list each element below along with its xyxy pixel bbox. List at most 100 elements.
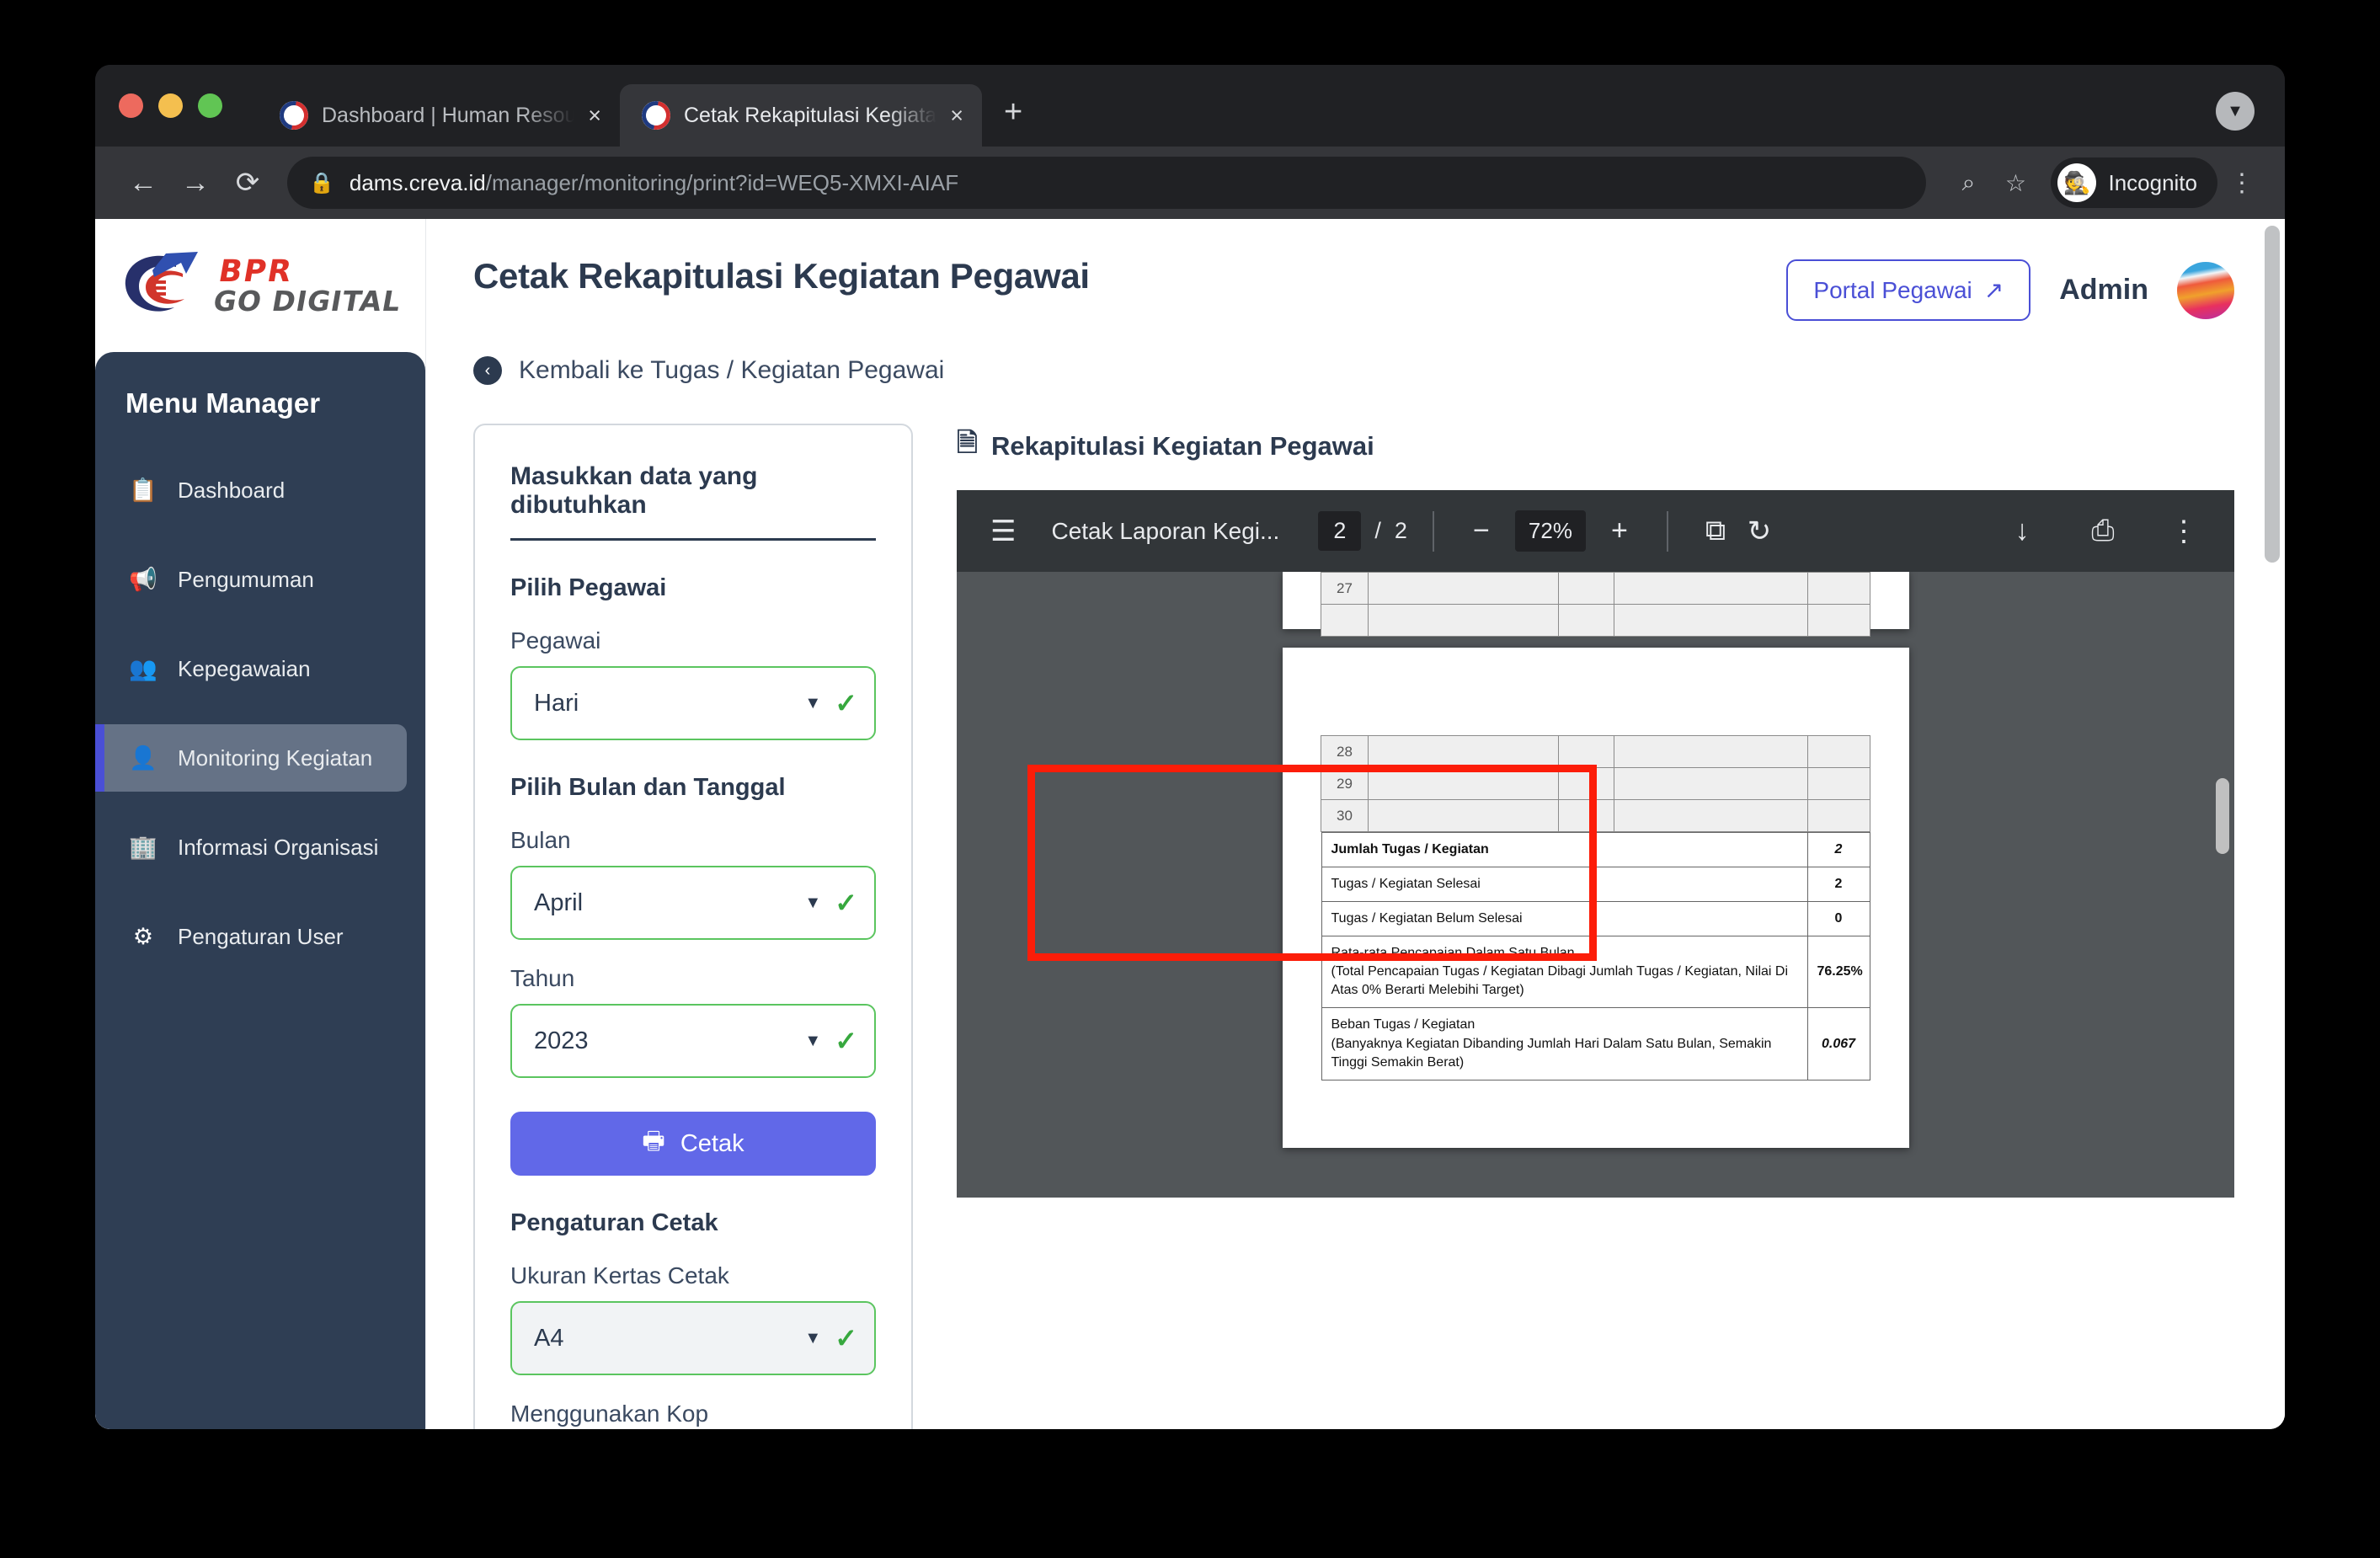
browser-tab-1[interactable]: Dashboard | Human Resource I × <box>258 84 620 147</box>
sidebar-item-pengumuman[interactable]: 📢 Pengumuman <box>95 546 407 613</box>
table-row: 27 <box>1321 572 1870 605</box>
brand-logo[interactable]: BPR GO DIGITAL <box>95 219 425 352</box>
cell-c <box>1614 572 1808 605</box>
zoom-out-button[interactable]: − <box>1459 510 1503 553</box>
sidebar-item-label: Kepegawaian <box>178 655 311 681</box>
bookmark-star-icon[interactable]: ☆ <box>1992 159 2039 206</box>
cetak-button[interactable]: 🖶 Cetak <box>510 1112 876 1176</box>
summary-label-cell: Beban Tugas / Kegiatan (Banyaknya Kegiat… <box>1321 1007 1808 1080</box>
bulan-select[interactable]: April ▼ ✓ <box>510 866 876 940</box>
cell-a <box>1368 735 1559 768</box>
pdf-table-page-a: 27 <box>1321 572 1870 637</box>
reload-icon[interactable]: ⟳ <box>221 157 274 209</box>
ukuran-kertas-value: A4 <box>534 1324 564 1352</box>
page-title: Cetak Rekapitulasi Kegiatan Pegawai <box>473 256 1090 296</box>
omnibox-row: ← → ⟳ 🔒 dams.creva.id/manager/monitoring… <box>95 147 2285 219</box>
page-scrollbar[interactable] <box>2265 226 2280 1422</box>
zoom-level-value[interactable]: 72% <box>1514 510 1586 552</box>
pdf-scroll-area[interactable]: 27 28 29 30 Jumlah Tugas / Kegiatan 2 Tu… <box>957 572 2234 1198</box>
cell-b <box>1558 767 1614 800</box>
url-host: dams.creva.id <box>349 169 486 195</box>
total-pages: 2 <box>1394 518 1407 543</box>
sidebar-item-monitoring-kegiatan[interactable]: 👤 Monitoring Kegiatan <box>95 724 407 792</box>
clipboard-icon: 📋 <box>129 478 157 503</box>
pdf-scrollbar[interactable] <box>2216 583 2229 1191</box>
incognito-indicator[interactable]: 🕵 Incognito <box>2051 157 2217 208</box>
rotate-icon[interactable]: ↻ <box>1737 510 1781 553</box>
page-scrollbar-thumb[interactable] <box>2265 226 2280 563</box>
sidebar-item-kepegawaian[interactable]: 👥 Kepegawaian <box>95 635 407 702</box>
summary-label: Rata-rata Pencapaian Dalam Satu Bulan <box>1331 946 1575 961</box>
chevron-down-icon: ▼ <box>804 693 822 712</box>
chevron-down-icon[interactable]: ▼ <box>2216 92 2255 131</box>
browser-tab-2[interactable]: Cetak Rekapitulasi Kegiatan Pe × <box>620 84 982 147</box>
preview-heading: 🗎 Rekapitulasi Kegiatan Pegawai <box>957 424 2234 468</box>
back-to-tasks-link[interactable]: ‹ Kembali ke Tugas / Kegiatan Pegawai <box>473 356 2234 385</box>
fit-page-icon[interactable]: ⧉ <box>1694 510 1737 553</box>
ukuran-kertas-select[interactable]: A4 ▼ ✓ <box>510 1301 876 1375</box>
label-ukuran-kertas: Ukuran Kertas Cetak <box>510 1262 729 1289</box>
pegawai-select[interactable]: Hari ▼ ✓ <box>510 666 876 740</box>
summary-label-cell: Rata-rata Pencapaian Dalam Satu Bulan (T… <box>1321 936 1808 1009</box>
summary-value: 2 <box>1806 867 1870 903</box>
back-link-label: Kembali ke Tugas / Kegiatan Pegawai <box>519 356 945 384</box>
cell-d <box>1807 735 1870 768</box>
tab-title: Dashboard | Human Resource I <box>322 103 575 127</box>
main-content: Cetak Rekapitulasi Kegiatan Pegawai Port… <box>425 219 2285 1429</box>
label-tahun: Tahun <box>510 965 575 991</box>
chevron-down-icon: ▼ <box>804 1031 822 1050</box>
portal-pegawai-button[interactable]: Portal Pegawai ↗ <box>1786 259 2031 321</box>
sidebar-toggle-icon[interactable]: ☰ <box>990 517 1016 546</box>
sidebar-item-label: Informasi Organisasi <box>178 834 379 860</box>
check-icon: ✓ <box>835 1323 857 1353</box>
search-icon[interactable]: ⌕ <box>1945 159 1992 206</box>
browser-menu-icon[interactable]: ⋮ <box>2217 168 2260 198</box>
cell-d <box>1807 799 1870 832</box>
current-page-input[interactable]: 2 <box>1318 511 1362 551</box>
check-icon: ✓ <box>835 1026 857 1056</box>
row-number <box>1321 604 1369 637</box>
minimize-window-button[interactable] <box>158 93 183 118</box>
summary-value: 76.25% <box>1806 936 1870 1009</box>
pdf-more-options-icon[interactable]: ⋮ <box>2162 510 2206 553</box>
gear-icon: ⚙ <box>132 923 154 949</box>
chevron-down-icon: ▼ <box>804 893 822 912</box>
sidebar: BPR GO DIGITAL Menu Manager 📋 Dashboard … <box>95 219 425 1429</box>
url-text: dams.creva.id/manager/monitoring/print?i… <box>350 170 958 196</box>
label-bulan: Bulan <box>510 827 571 853</box>
form-card-title: Masukkan data yang dibutuhkan <box>510 462 876 541</box>
check-icon: ✓ <box>835 688 857 718</box>
row-number: 30 <box>1321 799 1369 832</box>
megaphone-icon: 📢 <box>129 567 157 592</box>
sidebar-item-pengaturan-user[interactable]: ⚙ Pengaturan User <box>95 903 407 970</box>
toolbar-divider <box>1666 510 1668 552</box>
download-icon[interactable]: ↓ <box>2000 510 2044 553</box>
label-menggunakan-kop: Menggunakan Kop <box>510 1401 709 1427</box>
new-tab-button[interactable]: + <box>1004 96 1022 128</box>
avatar[interactable] <box>2177 261 2234 319</box>
close-tab-icon[interactable]: × <box>588 104 601 127</box>
print-icon[interactable]: ⎙ <box>2081 510 2125 553</box>
sidebar-item-dashboard[interactable]: 📋 Dashboard <box>95 456 407 524</box>
address-bar[interactable]: 🔒 dams.creva.id/manager/monitoring/print… <box>287 157 1927 209</box>
forward-navigation-icon[interactable]: → <box>169 157 221 209</box>
pdf-page: 28 29 30 Jumlah Tugas / Kegiatan 2 Tugas… <box>1282 648 1909 1148</box>
cell-c <box>1614 767 1808 800</box>
back-navigation-icon[interactable]: ← <box>117 157 169 209</box>
close-window-button[interactable] <box>119 93 143 118</box>
users-icon: 👥 <box>129 656 157 681</box>
sidebar-item-informasi-organisasi[interactable]: 🏢 Informasi Organisasi <box>95 814 407 881</box>
tab-favicon-icon <box>642 101 670 130</box>
check-icon: ✓ <box>835 888 857 918</box>
zoom-in-button[interactable]: + <box>1598 510 1641 553</box>
tahun-select-value: 2023 <box>534 1027 589 1054</box>
tab-favicon-icon <box>280 101 308 130</box>
tahun-select[interactable]: 2023 ▼ ✓ <box>510 1004 876 1078</box>
row-number: 27 <box>1321 572 1369 605</box>
maximize-window-button[interactable] <box>198 93 222 118</box>
table-row: Jumlah Tugas / Kegiatan 2 <box>1321 831 1870 868</box>
close-tab-icon[interactable]: × <box>950 104 963 127</box>
cell-b <box>1558 735 1614 768</box>
pdf-scrollbar-thumb[interactable] <box>2216 778 2229 854</box>
lock-icon: 🔒 <box>309 171 334 195</box>
